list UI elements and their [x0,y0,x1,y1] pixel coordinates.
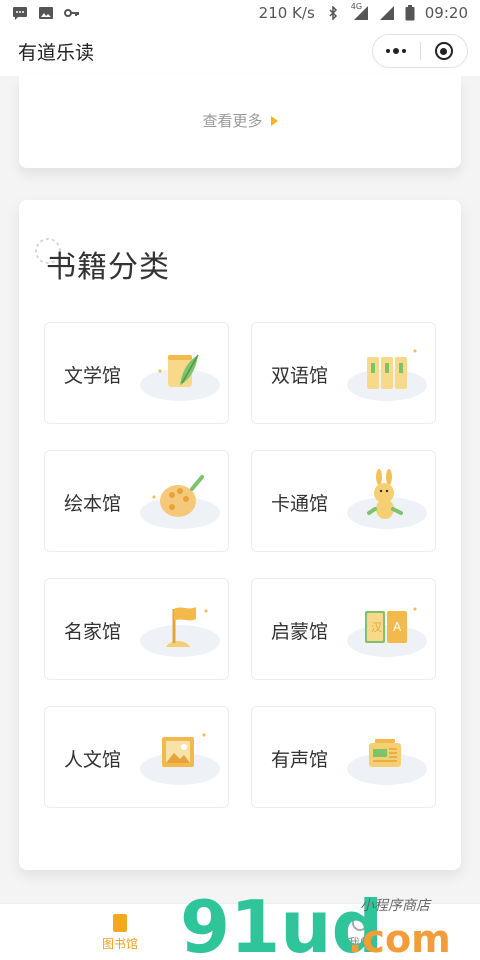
signal-icon [379,6,394,20]
chat-icon [13,7,27,20]
status-bar: 210 K/s 4G 09:20 [0,0,480,26]
tab-mine[interactable]: 我的 [300,904,420,960]
mini-program-capsule [372,34,468,68]
more-button[interactable] [373,35,420,67]
clock: 09:20 [424,4,468,22]
battery-icon [405,5,415,21]
signal-4g: 4G [351,2,369,20]
tile-label: 人文馆 [64,749,122,771]
tile-label: 有声馆 [271,749,329,771]
user-icon [352,914,368,931]
feather-scroll-icon [140,354,220,401]
tab-label: 我的 [347,935,372,950]
bluetooth-icon [329,6,337,20]
category-tile-bilingual[interactable]: 双语馆 [251,322,436,424]
status-right: 210 K/s 4G 09:20 [258,2,468,22]
target-icon [434,42,453,60]
picture-frame-icon [140,733,220,785]
book-icon [113,913,127,932]
key-icon [64,9,79,17]
image-icon [39,7,53,19]
tab-library[interactable]: 图书馆 [60,904,180,960]
category-tile-enlightenment[interactable]: 启蒙馆 汉 A [251,578,436,680]
flag-icon [140,607,220,657]
category-tile-picturebook[interactable]: 绘本馆 [44,450,229,552]
tile-label: 文学馆 [64,365,122,387]
status-left [12,6,80,20]
category-tile-cartoon[interactable]: 卡通馆 [251,450,436,552]
arrow-right-icon [270,115,278,126]
see-more-link[interactable]: 查看更多 [19,110,461,131]
category-tile-literature[interactable]: 文学馆 [44,322,229,424]
network-speed: 210 K/s [258,4,315,22]
tile-label: 绘本馆 [64,493,122,515]
recommend-card: 查看更多 [19,76,461,168]
tile-label: 卡通馆 [271,493,329,515]
svg-text:汉: 汉 [371,621,382,634]
tab-label: 图书馆 [101,936,138,951]
close-button[interactable] [421,35,468,67]
signal-icon [353,6,368,20]
tab-bar: 图书馆 我的 [0,903,480,960]
category-tile-masters[interactable]: 名家馆 [44,578,229,680]
category-tile-audio[interactable]: 有声馆 [251,706,436,808]
tile-label: 名家馆 [64,621,122,643]
nav-bar: 有道乐读 [0,26,480,76]
category-tile-humanities[interactable]: 人文馆 [44,706,229,808]
page-title: 有道乐读 [18,41,95,64]
radio-icon [347,739,427,785]
category-card: 书籍分类 文学馆 双语馆 绘本馆 卡通馆 名家馆 启蒙馆 汉 A 人文馆 有声馆 [19,200,461,870]
category-title: 书籍分类 [46,250,170,285]
more-dots-icon [386,48,407,54]
rabbit-icon [347,469,427,529]
tile-label: 启蒙馆 [271,621,329,643]
letter-book-icon: 汉 A [347,607,427,657]
books-icon [347,349,427,401]
palette-icon [140,475,220,529]
svg-text:A: A [393,620,402,634]
see-more-label: 查看更多 [202,112,263,130]
tile-label: 双语馆 [271,365,329,387]
